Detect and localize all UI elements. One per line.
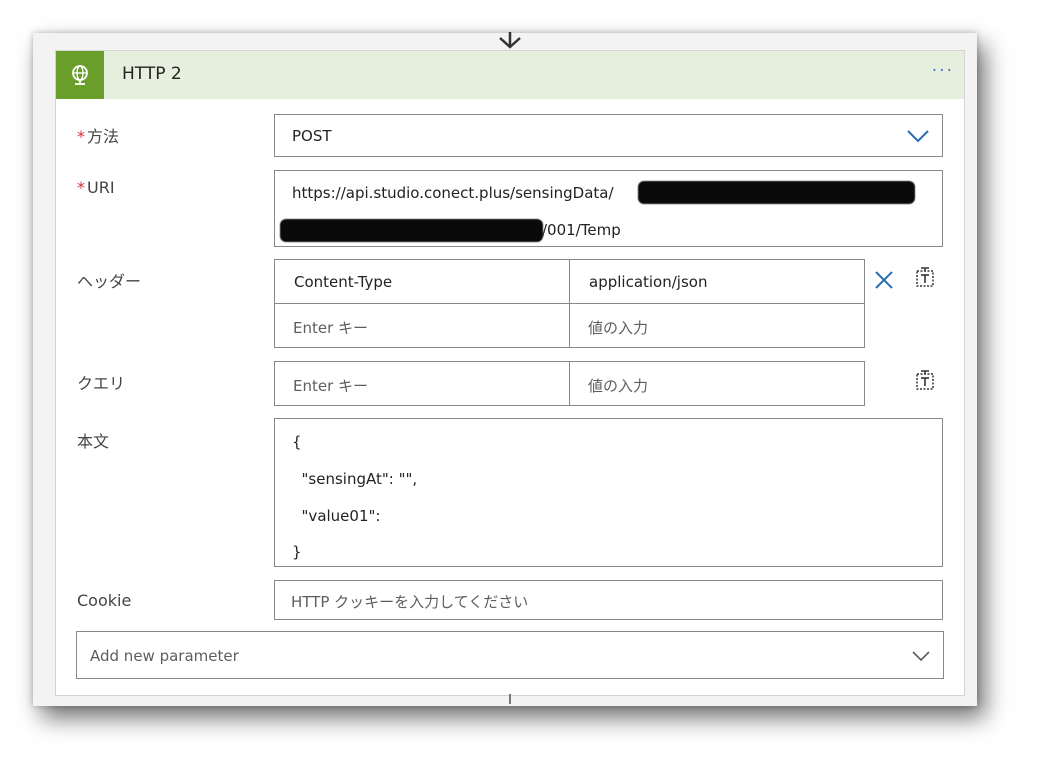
query-value-placeholder: 値の入力 — [588, 377, 649, 395]
header-value-value: application/json — [589, 273, 708, 291]
body-line: { — [292, 433, 302, 451]
query-value-input[interactable]: 値の入力 — [569, 361, 865, 406]
query-key-input[interactable]: Enter キー — [274, 361, 571, 406]
uri-label: * URI — [77, 178, 115, 197]
cookie-label: Cookie — [77, 591, 132, 610]
query-label: クエリ — [77, 374, 126, 393]
header-key-input[interactable]: Enter キー — [274, 303, 571, 348]
add-new-parameter-dropdown[interactable]: Add new parameter — [76, 631, 944, 679]
header-value-placeholder: 値の入力 — [588, 319, 649, 337]
chevron-down-icon — [907, 130, 929, 143]
body-line: } — [292, 543, 302, 561]
cookie-input[interactable]: HTTP クッキーを入力してください — [274, 580, 943, 620]
more-options-button[interactable]: ··· — [932, 61, 954, 81]
header-key-placeholder: Enter キー — [293, 319, 369, 337]
body-input[interactable]: { "sensingAt": "", "value01": } — [274, 418, 943, 567]
headers-label: ヘッダー — [77, 272, 142, 291]
uri-input[interactable]: https://api.studio.conect.plus/sensingDa… — [274, 170, 943, 247]
method-label: * 方法 — [77, 123, 119, 147]
required-mark: * — [77, 127, 85, 146]
header-key-value: Content-Type — [294, 273, 393, 291]
flow-connector — [509, 694, 511, 704]
body-line: "value01": — [292, 507, 381, 525]
body-line: "sensingAt": "", — [292, 470, 418, 488]
card-title[interactable]: HTTP 2 — [122, 64, 182, 84]
globe-icon — [56, 51, 104, 99]
uri-line-2-suffix: /001/Temp — [542, 221, 621, 239]
add-new-parameter-placeholder: Add new parameter — [90, 647, 239, 665]
redacted-block — [280, 219, 543, 242]
chevron-down-icon — [912, 651, 930, 662]
header-key-input[interactable]: Content-Type — [274, 259, 571, 304]
method-label-text: 方法 — [87, 127, 120, 146]
uri-label-text: URI — [87, 178, 115, 197]
query-key-placeholder: Enter キー — [293, 377, 369, 395]
switch-to-text-mode-icon[interactable] — [914, 266, 936, 288]
close-icon[interactable] — [874, 270, 894, 290]
card-header[interactable]: HTTP 2 ··· — [56, 51, 964, 99]
uri-line-1: https://api.studio.conect.plus/sensingDa… — [292, 184, 614, 202]
method-select[interactable]: POST — [274, 114, 943, 157]
redacted-block — [638, 181, 915, 204]
cookie-placeholder: HTTP クッキーを入力してください — [291, 593, 529, 611]
body-label: 本文 — [77, 432, 110, 451]
header-value-input[interactable]: 値の入力 — [569, 303, 865, 348]
required-mark: * — [77, 178, 85, 197]
method-value: POST — [292, 127, 332, 145]
switch-to-text-mode-icon[interactable] — [914, 369, 936, 391]
header-value-input[interactable]: application/json — [569, 259, 865, 304]
flow-arrow-down-icon — [499, 32, 521, 49]
